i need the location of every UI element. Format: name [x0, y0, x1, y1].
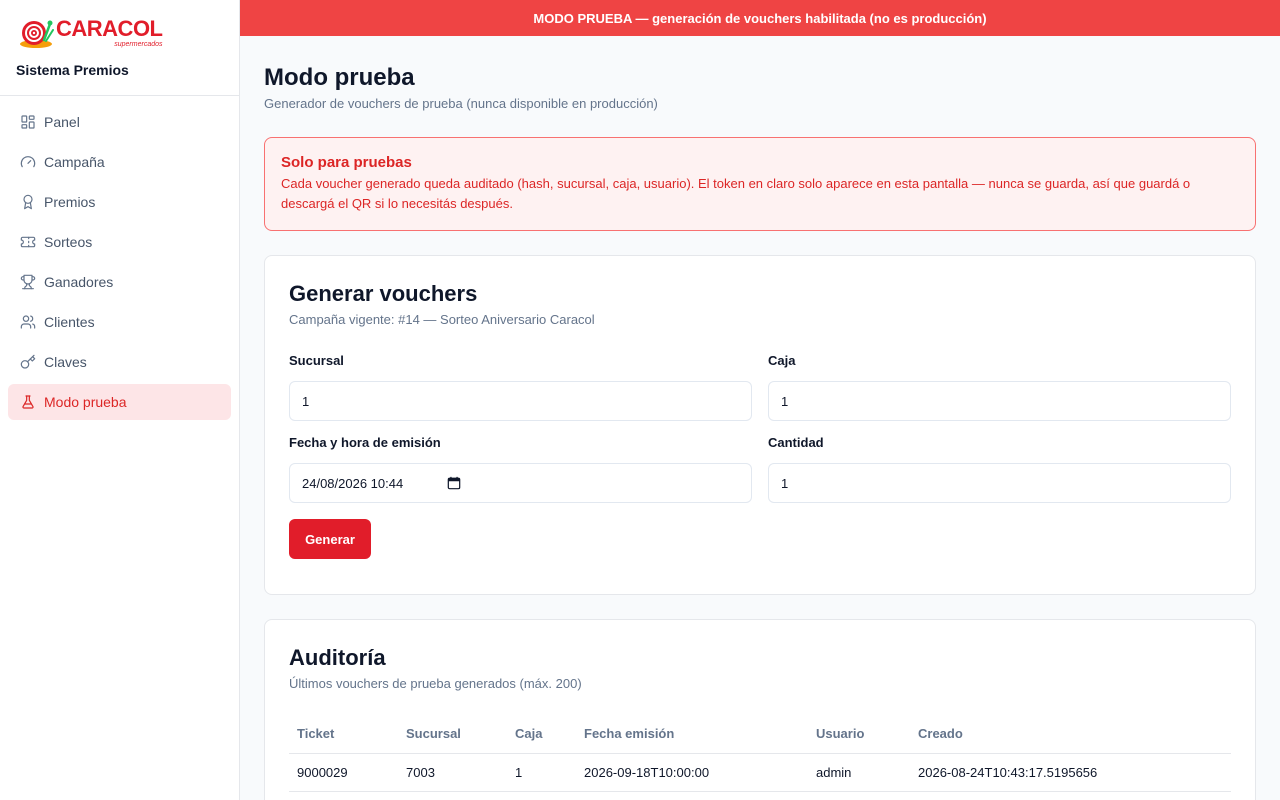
cantidad-value: 1: [781, 475, 789, 491]
sucursal-value: 1: [302, 393, 310, 409]
main-area: MODO PRUEBA — generación de vouchers hab…: [240, 0, 1280, 800]
cantidad-label: Cantidad: [768, 435, 824, 450]
caja-field-group: Caja 1: [768, 351, 1231, 421]
page-title: Modo prueba: [264, 64, 415, 91]
flask-icon: [20, 394, 36, 410]
audit-subtitle: Últimos vouchers de prueba generados (má…: [289, 676, 582, 691]
sucursal-label: Sucursal: [289, 353, 344, 368]
fecha-label: Fecha y hora de emisión: [289, 435, 441, 450]
key-icon: [20, 354, 36, 370]
sucursal-input[interactable]: 1: [289, 381, 752, 421]
dashboard-icon: [20, 114, 36, 130]
sidebar-item-sorteos[interactable]: Sorteos: [8, 224, 231, 260]
sidebar-item-label: Panel: [44, 114, 80, 130]
sucursal-field-group: Sucursal 1: [289, 351, 752, 421]
cantidad-input[interactable]: 1: [768, 463, 1231, 503]
col-creado: Creado: [910, 715, 1231, 754]
app-name: Sistema Premios: [16, 62, 129, 78]
cell-creado: 2026-08-24T10:43:17.5195656: [910, 753, 1231, 792]
cell-caja: 1: [507, 753, 576, 792]
fecha-value: 24/08/2026 10:44: [302, 475, 404, 491]
logo-wordmark: CARACOL: [56, 16, 163, 41]
current-campaign: Campaña vigente: #14 — Sorteo Aniversari…: [289, 312, 595, 327]
col-ticket: Ticket: [289, 715, 398, 754]
brand-area: CARACOL supermercados Sistema Premios: [0, 0, 239, 96]
sidebar-item-campana[interactable]: Campaña: [8, 144, 231, 180]
sidebar-item-clientes[interactable]: Clientes: [8, 304, 231, 340]
logo-subtitle: supermercados: [114, 41, 163, 48]
cell-sucursal: 7003: [398, 753, 507, 792]
fecha-emision-input[interactable]: 24/08/2026 10:44: [289, 463, 752, 503]
col-sucursal: Sucursal: [398, 715, 507, 754]
sidebar-item-claves[interactable]: Claves: [8, 344, 231, 380]
table-row[interactable]: 9000029 7003 1 2026-09-18T10:00:00 admin…: [289, 753, 1231, 792]
cell-usuario: admin: [808, 753, 910, 792]
page-subtitle: Generador de vouchers de prueba (nunca d…: [264, 96, 658, 111]
sidebar: CARACOL supermercados Sistema Premios Pa…: [0, 0, 240, 800]
alert-body: Cada voucher generado queda auditado (ha…: [281, 176, 1191, 211]
caja-value: 1: [781, 393, 789, 409]
caracol-logo[interactable]: CARACOL supermercados: [16, 14, 223, 52]
sidebar-item-label: Claves: [44, 354, 87, 370]
sidebar-nav: Panel Campaña Premios Sorteos Ganadores: [0, 96, 239, 420]
test-only-alert: Solo para pruebas Cada voucher generado …: [264, 137, 1256, 231]
calendar-icon[interactable]: [447, 476, 461, 490]
sidebar-item-label: Ganadores: [44, 274, 114, 290]
audit-table: Ticket Sucursal Caja Fecha emisión Usuar…: [289, 715, 1231, 792]
generate-vouchers-card: Generar vouchers Campaña vigente: #14 — …: [264, 255, 1256, 595]
ticket-icon: [20, 234, 36, 250]
audit-title: Auditoría: [289, 645, 386, 670]
alert-title: Solo para pruebas: [281, 154, 412, 171]
sidebar-item-label: Clientes: [44, 314, 95, 330]
sidebar-item-modo-prueba[interactable]: Modo prueba: [8, 384, 231, 420]
cell-ticket: 9000029: [289, 753, 398, 792]
caja-label: Caja: [768, 353, 796, 368]
trophy-icon: [20, 274, 36, 290]
cantidad-field-group: Cantidad 1: [768, 433, 1231, 503]
col-fecha-emision: Fecha emisión: [576, 715, 808, 754]
sidebar-item-label: Modo prueba: [44, 394, 127, 410]
cell-fecha-emision: 2026-09-18T10:00:00: [576, 753, 808, 792]
snail-logo-icon: [16, 14, 54, 52]
sidebar-item-ganadores[interactable]: Ganadores: [8, 264, 231, 300]
test-mode-banner: MODO PRUEBA — generación de vouchers hab…: [240, 0, 1280, 36]
col-usuario: Usuario: [808, 715, 910, 754]
col-caja: Caja: [507, 715, 576, 754]
audit-card: Auditoría Últimos vouchers de prueba gen…: [264, 619, 1256, 800]
generate-title: Generar vouchers: [289, 281, 478, 306]
sidebar-item-label: Campaña: [44, 154, 105, 170]
caja-input[interactable]: 1: [768, 381, 1231, 421]
sidebar-item-label: Premios: [44, 194, 96, 210]
generate-button[interactable]: Generar: [289, 519, 371, 559]
award-icon: [20, 194, 36, 210]
table-header-row: Ticket Sucursal Caja Fecha emisión Usuar…: [289, 715, 1231, 754]
voucher-form: Sucursal 1 Caja 1 Fecha y hora de emisió…: [289, 351, 1231, 515]
gauge-icon: [20, 154, 36, 170]
sidebar-item-premios[interactable]: Premios: [8, 184, 231, 220]
page-content: Modo prueba Generador de vouchers de pru…: [240, 36, 1280, 800]
fecha-field-group: Fecha y hora de emisión 24/08/2026 10:44: [289, 433, 752, 503]
sidebar-item-panel[interactable]: Panel: [8, 104, 231, 140]
users-icon: [20, 314, 36, 330]
sidebar-item-label: Sorteos: [44, 234, 93, 250]
